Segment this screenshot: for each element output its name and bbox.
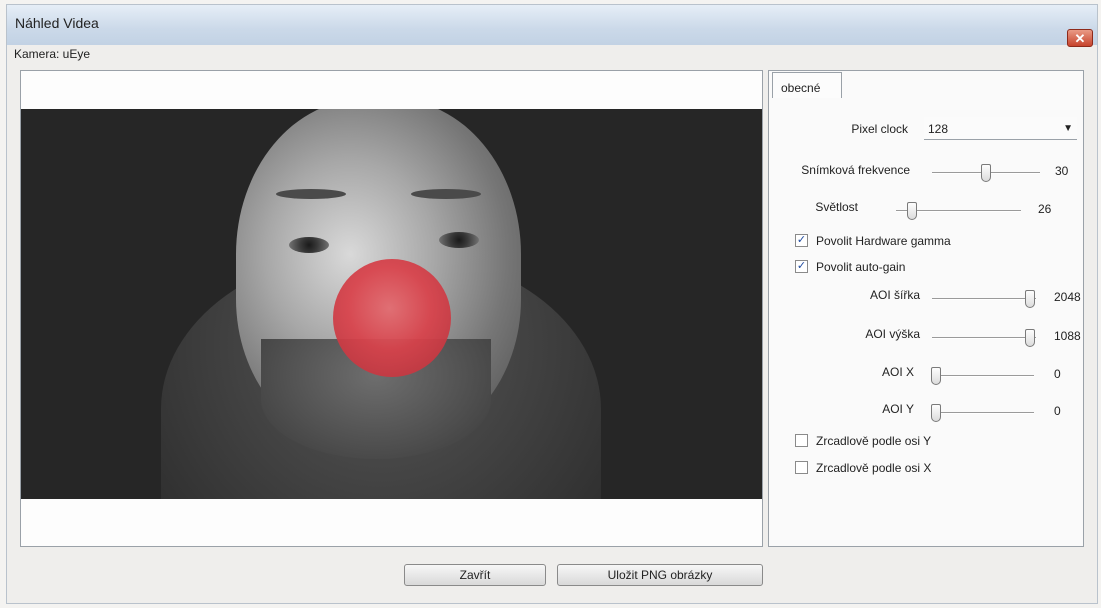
frame-rate-label: Snímková frekvence xyxy=(801,163,910,177)
aoi-y-label: AOI Y xyxy=(882,402,914,416)
aoi-width-slider-thumb[interactable] xyxy=(1025,290,1035,308)
mirror-x-label: Zrcadlově podle osi X xyxy=(816,461,932,475)
pixel-clock-value: 128 xyxy=(928,122,949,136)
aoi-width-value: 2048 xyxy=(1054,290,1081,304)
video-right-eye xyxy=(439,232,479,248)
pixel-clock-label: Pixel clock xyxy=(851,122,908,136)
close-button[interactable]: Zavřít xyxy=(404,564,546,586)
frame-rate-value: 30 xyxy=(1055,164,1069,178)
camera-label: Kamera: uEye xyxy=(14,47,91,61)
brightness-label: Světlost xyxy=(815,200,858,214)
mirror-y-label: Zrcadlově podle osi Y xyxy=(816,434,932,448)
mirror-y-checkbox[interactable] xyxy=(795,434,808,447)
pixel-clock-select[interactable]: 128 ▼ xyxy=(924,117,1077,140)
aoi-x-slider-track[interactable] xyxy=(934,375,1034,377)
hardware-gamma-checkbox[interactable]: ✓ xyxy=(795,234,808,247)
aoi-y-value: 0 xyxy=(1054,404,1061,418)
aoi-height-slider-track[interactable] xyxy=(932,337,1036,339)
frame-rate-slider-thumb[interactable] xyxy=(981,164,991,182)
title-bar[interactable]: Náhled Videa ✕ xyxy=(7,5,1097,47)
aoi-height-slider-thumb[interactable] xyxy=(1025,329,1035,347)
close-icon[interactable]: ✕ xyxy=(1067,29,1093,47)
auto-gain-checkbox[interactable]: ✓ xyxy=(795,260,808,273)
window-title: Náhled Videa xyxy=(15,15,99,31)
settings-panel xyxy=(768,70,1084,547)
aoi-y-slider-track[interactable] xyxy=(934,412,1034,414)
aoi-x-slider-thumb[interactable] xyxy=(931,367,941,385)
brightness-slider-thumb[interactable] xyxy=(907,202,917,220)
aoi-width-slider-track[interactable] xyxy=(932,298,1036,300)
video-left-eye xyxy=(289,237,329,253)
chevron-down-icon[interactable]: ▼ xyxy=(1063,123,1073,134)
aoi-x-value: 0 xyxy=(1054,367,1061,381)
aoi-height-value: 1088 xyxy=(1054,329,1081,343)
brightness-value: 26 xyxy=(1038,202,1052,216)
aoi-width-label: AOI šířka xyxy=(869,288,920,302)
aoi-x-label: AOI X xyxy=(881,365,914,379)
camera-video-feed xyxy=(21,109,762,499)
hardware-gamma-label: Povolit Hardware gamma xyxy=(816,234,951,248)
save-png-button[interactable]: Uložit PNG obrázky xyxy=(557,564,763,586)
clown-nose-overlay xyxy=(333,259,451,377)
mirror-x-checkbox[interactable] xyxy=(795,461,808,474)
aoi-y-slider-thumb[interactable] xyxy=(931,404,941,422)
tab-general[interactable]: obecné xyxy=(772,72,842,98)
video-preview-panel xyxy=(20,70,763,547)
video-left-brow xyxy=(276,189,346,199)
video-right-brow xyxy=(411,189,481,199)
auto-gain-label: Povolit auto-gain xyxy=(816,260,906,274)
aoi-height-label: AOI výška xyxy=(865,327,920,341)
